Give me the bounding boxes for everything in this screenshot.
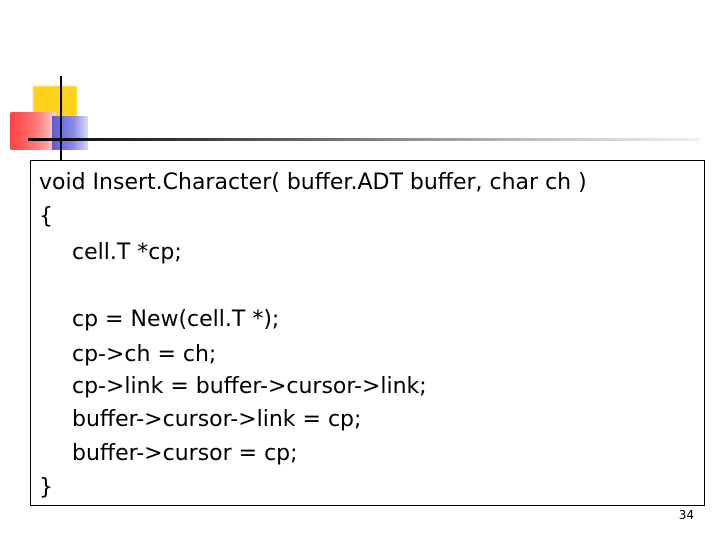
decorative-vertical-line <box>60 76 62 160</box>
code-line-signature: void Insert.Character( buffer.ADT buffer… <box>39 170 587 195</box>
code-line-update-cursor: buffer->cursor = cp; <box>72 441 298 466</box>
code-line-declaration: cell.T *cp; <box>72 240 182 265</box>
code-line-assign-link: cp->link = buffer->cursor->link; <box>72 374 427 399</box>
code-block: void Insert.Character( buffer.ADT buffer… <box>30 160 705 506</box>
code-line-update-cursor-link: buffer->cursor->link = cp; <box>72 407 362 432</box>
page-number: 34 <box>678 508 694 522</box>
code-line-assign-ch: cp->ch = ch; <box>72 342 217 367</box>
code-line-allocation: cp = New(cell.T *); <box>72 307 280 332</box>
decorative-red-square <box>10 112 56 150</box>
code-line-open-brace: { <box>39 204 53 229</box>
decorative-blue-square <box>52 116 88 150</box>
code-line-close-brace: } <box>39 475 53 500</box>
title-divider-line <box>28 138 700 141</box>
